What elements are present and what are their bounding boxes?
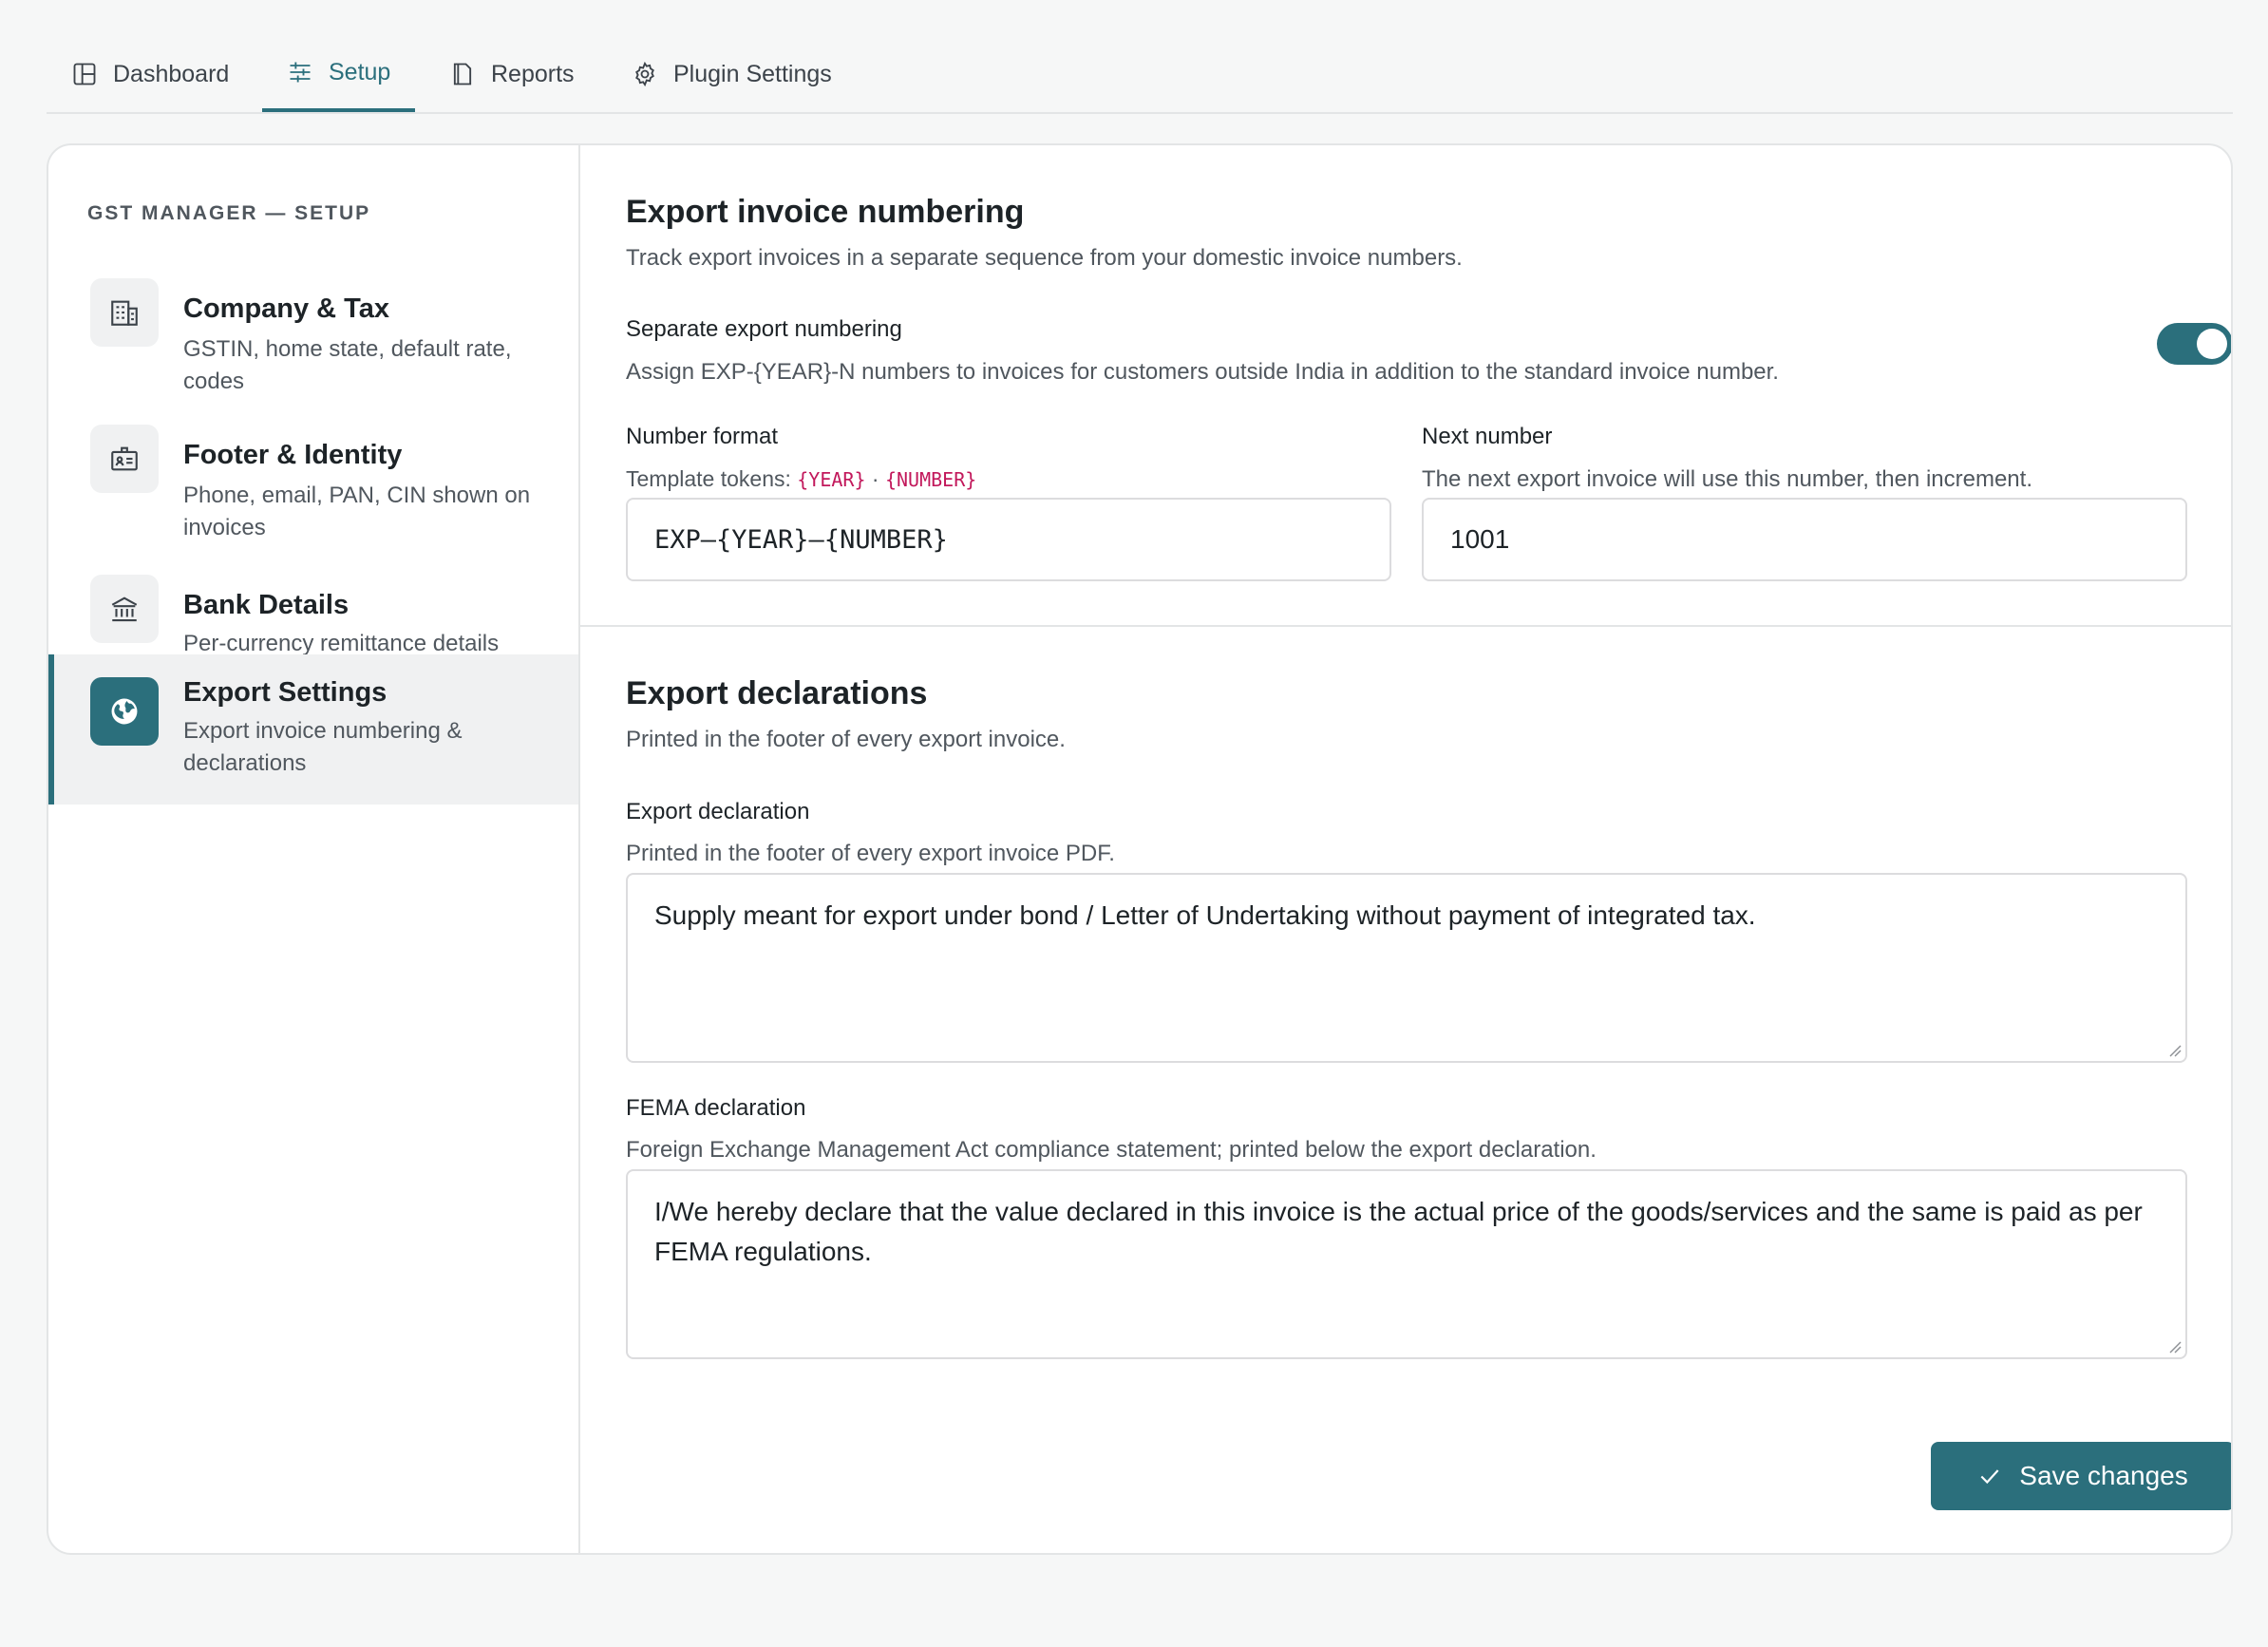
toggle-description: Assign EXP-{YEAR}-N numbers to invoices …	[626, 359, 1779, 385]
fema-declaration-textarea[interactable]: I/We hereby declare that the value decla…	[626, 1169, 2187, 1359]
sidebar-item-export-settings[interactable]: Export Settings Export invoice numbering…	[48, 654, 578, 805]
fema-declaration-text: I/We hereby declare that the value decla…	[654, 1197, 2143, 1266]
next-number-hint: The next export invoice will use this nu…	[1422, 466, 2032, 492]
sidebar-item-title: Footer & Identity	[183, 440, 403, 470]
number-format-label: Number format	[626, 424, 779, 449]
sidebar-item-desc: Export invoice numbering & declarations	[183, 718, 463, 776]
token-year: {YEAR}	[797, 468, 866, 491]
next-number-label: Next number	[1422, 424, 1553, 449]
sidebar-item-bank-details[interactable]: Bank Details Per-currency remittance det…	[48, 558, 578, 662]
sidebar-heading: GST MANAGER — SETUP	[87, 202, 371, 224]
id-card-icon	[111, 446, 138, 471]
icon-box	[90, 677, 159, 746]
toggle-label: Separate export numbering	[626, 316, 902, 342]
resize-handle-icon[interactable]	[2168, 1340, 2182, 1354]
top-nav: Dashboard Setup Reports Plugin Settings	[47, 36, 2233, 114]
fema-declaration-label: FEMA declaration	[626, 1095, 806, 1121]
dashboard-icon	[73, 63, 96, 85]
sidebar: GST MANAGER — SETUP Company & Tax GSTIN,…	[48, 145, 580, 1553]
settings-card: GST MANAGER — SETUP Company & Tax GSTIN,…	[47, 143, 2233, 1555]
sidebar-item-company-tax[interactable]: Company & Tax GSTIN, home state, default…	[48, 257, 578, 394]
token-number: {NUMBER}	[884, 468, 977, 491]
section-title-numbering: Export invoice numbering	[626, 194, 1025, 230]
sidebar-item-title: Export Settings	[183, 677, 387, 708]
sidebar-item-title: Bank Details	[183, 590, 350, 620]
export-declaration-text: Supply meant for export under bond / Let…	[654, 900, 1756, 930]
document-icon	[453, 63, 472, 85]
section-title-declarations: Export declarations	[626, 675, 928, 711]
building-icon	[111, 300, 138, 326]
number-format-input[interactable]: EXP–{YEAR}–{NUMBER}	[626, 498, 1391, 581]
icon-box	[90, 278, 159, 347]
tab-label: Plugin Settings	[673, 60, 832, 87]
separate-numbering-toggle[interactable]	[2157, 323, 2231, 365]
globe-icon	[111, 698, 138, 725]
section-subtitle-numbering: Track export invoices in a separate sequ…	[626, 245, 1463, 271]
token-separator: ·	[871, 466, 879, 491]
section-divider	[580, 625, 2231, 627]
export-declaration-textarea[interactable]: Supply meant for export under bond / Let…	[626, 873, 2187, 1063]
sidebar-item-desc: Phone, email, PAN, CIN shown on invoices	[183, 483, 531, 540]
tab-label: Setup	[329, 58, 391, 85]
fema-declaration-hint: Foreign Exchange Management Act complian…	[626, 1137, 1597, 1163]
icon-box	[90, 425, 159, 493]
save-changes-button[interactable]: Save changes	[1931, 1442, 2231, 1510]
number-format-hint: Template tokens: {YEAR} · {NUMBER}	[626, 466, 976, 492]
export-declaration-hint: Printed in the footer of every export in…	[626, 841, 1115, 866]
sidebar-item-desc: GSTIN, home state, default rate, codes	[183, 336, 512, 394]
resize-handle-icon[interactable]	[2168, 1044, 2182, 1057]
tab-label: Reports	[491, 60, 575, 87]
section-subtitle-declarations: Printed in the footer of every export in…	[626, 727, 1066, 752]
tab-reports[interactable]: Reports	[449, 36, 575, 112]
sidebar-item-footer-identity[interactable]: Footer & Identity Phone, email, PAN, CIN…	[48, 407, 578, 540]
next-number-input[interactable]: 1001	[1422, 498, 2187, 581]
tab-plugin-settings[interactable]: Plugin Settings	[632, 36, 832, 112]
gear-icon	[635, 61, 654, 87]
main-panel: Export invoice numbering Track export in…	[580, 145, 2231, 1553]
icon-box	[90, 575, 159, 643]
sidebar-item-title: Company & Tax	[183, 293, 390, 324]
tab-dashboard[interactable]: Dashboard	[71, 36, 229, 112]
bank-icon	[111, 596, 138, 622]
tab-label: Dashboard	[113, 60, 230, 87]
check-icon	[1980, 1469, 1999, 1485]
tab-setup[interactable]: Setup	[262, 36, 416, 112]
toggle-knob	[2197, 329, 2227, 359]
save-button-label: Save changes	[2019, 1461, 2188, 1490]
export-declaration-label: Export declaration	[626, 799, 810, 824]
hint-prefix: Template tokens:	[626, 466, 791, 491]
sliders-icon	[290, 62, 311, 83]
